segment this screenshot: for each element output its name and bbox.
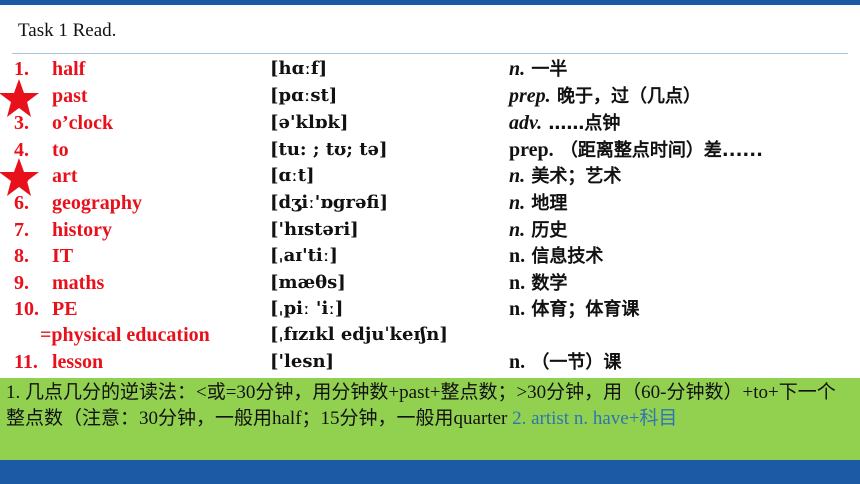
meaning-text: 地理 [531, 193, 568, 214]
vocab-word: past [52, 85, 88, 107]
vocab-phonetic: ['lesn] [270, 351, 335, 372]
star-icon [0, 158, 39, 196]
vocab-meaning: prep. 晚于，过（几点） [509, 83, 701, 110]
top-accent-bar [0, 0, 860, 5]
vocab-phonetic: [ə'klɒk] [270, 112, 349, 133]
grammar-note-text: 1. 几点几分的逆读法：<或=30分钟，用分钟数+past+整点数；>30分钟，… [6, 380, 854, 432]
vocab-word: to [52, 139, 69, 161]
meaning-text: 体育；体育课 [531, 299, 640, 320]
part-of-speech: n. [509, 245, 526, 267]
part-of-speech: n. [509, 351, 526, 373]
vocab-meaning: n. 历史 [509, 217, 567, 244]
vocab-meaning: n. 体育；体育课 [509, 296, 639, 323]
part-of-speech: n. [509, 272, 526, 294]
vocab-number: 8. [14, 245, 29, 267]
vocab-phonetic: [mæθs] [270, 272, 346, 293]
vocab-word: art [52, 165, 78, 187]
vocab-number: 11. [14, 351, 38, 373]
vocab-word: geography [52, 192, 142, 214]
part-of-speech: n. [509, 58, 526, 80]
vocab-row: 4. to [tu: ; tʊ; tə] prep. （距离整点时间）差...... [0, 137, 860, 163]
vocab-phonetic: [ˌpiː 'iː] [270, 298, 344, 319]
vocab-row: 10. PE [ˌpiː 'iː] n. 体育；体育课 [0, 296, 860, 322]
vocab-word: o’clock [52, 112, 114, 134]
vocab-meaning: n. 地理 [509, 190, 567, 217]
vocab-row: 9. maths [mæθs] n. 数学 [0, 270, 860, 296]
star-icon [0, 79, 39, 117]
vocab-word: IT [52, 245, 74, 267]
vocab-meaning: n. 数学 [509, 270, 567, 297]
title-divider [12, 53, 848, 54]
vocab-meaning: n. 一半 [509, 56, 567, 83]
vocab-word: half [52, 58, 86, 80]
vocab-meaning: n. 信息技术 [509, 243, 603, 270]
page-title: Task 1 Read. [18, 20, 117, 41]
vocab-row: 7. history ['hɪstəri] n. 历史 [0, 217, 860, 243]
meaning-text: 数学 [531, 273, 568, 294]
vocab-word: history [52, 219, 112, 241]
vocab-number: 9. [14, 272, 29, 294]
meaning-text: 一半 [531, 59, 568, 80]
vocab-word: PE [52, 298, 78, 320]
meaning-text: 信息技术 [531, 246, 604, 267]
vocab-phonetic: [tu: ; tʊ; tə] [270, 139, 388, 160]
vocab-row: 5.art[ɑːt]n. 美术；艺术 [0, 163, 860, 189]
vocab-row: 6. geography [dʒiː'ɒgrəfi] n. 地理 [0, 190, 860, 216]
meaning-text: （距离整点时间）差...... [559, 140, 763, 161]
vocab-phonetic: [pɑːst] [270, 85, 338, 106]
part-of-speech: n. [509, 298, 526, 320]
vocab-meaning: prep. （距离整点时间）差...... [509, 137, 763, 164]
vocab-word: maths [52, 272, 105, 294]
grammar-note-box: 1. 几点几分的逆读法：<或=30分钟，用分钟数+past+整点数；>30分钟，… [0, 378, 860, 460]
vocab-row: 1. half [hɑːf] n. 一半 [0, 56, 860, 82]
note-rule: 1. 几点几分的逆读法：<或=30分钟，用分钟数+past+整点数；>30分钟，… [6, 382, 836, 429]
vocab-word: =physical education [40, 324, 210, 346]
vocab-phonetic: [dʒiː'ɒgrəfi] [270, 192, 389, 213]
vocab-phonetic: ['hɪstəri] [270, 219, 359, 240]
vocab-row: =physical education [ˌfɪzɪkl edjuˈkeɪʃn] [0, 322, 860, 348]
part-of-speech: n. [509, 165, 526, 187]
vocabulary-list: 1.half[hɑːf]n. 一半2.past[pɑːst]prep. 晚于，过… [0, 56, 860, 374]
vocab-row: 2.past[pɑːst]prep. 晚于，过（几点） [0, 83, 860, 109]
vocab-row: 11. lesson ['lesn] n. （一节）课 [0, 349, 860, 375]
meaning-text: （一节）课 [531, 352, 622, 373]
meaning-text: ……点钟 [548, 113, 621, 134]
vocab-meaning: n. （一节）课 [509, 349, 621, 376]
part-of-speech: n. [509, 192, 526, 214]
vocab-row: 3. o’clock [ə'klɒk] adv. ……点钟 [0, 110, 860, 136]
vocab-phonetic: [ɑːt] [270, 165, 315, 186]
meaning-text: 历史 [531, 220, 568, 241]
part-of-speech: prep. [509, 85, 551, 107]
part-of-speech: n. [509, 219, 526, 241]
part-of-speech: adv. [509, 112, 543, 134]
vocab-phonetic: [ˌaɪ'tiː] [270, 245, 338, 266]
vocab-phonetic: [ˌfɪzɪkl edjuˈkeɪʃn] [270, 324, 448, 345]
vocab-meaning: n. 美术；艺术 [509, 163, 621, 190]
meaning-text: 晚于，过（几点） [556, 86, 701, 107]
vocab-word: lesson [52, 351, 104, 373]
vocab-number: 7. [14, 219, 29, 241]
part-of-speech: prep. [509, 139, 554, 161]
vocab-phonetic: [hɑːf] [270, 58, 328, 79]
vocab-number: 10. [14, 298, 39, 320]
meaning-text: 美术；艺术 [531, 166, 622, 187]
bottom-accent-bar [0, 460, 860, 484]
note-extra: 2. artist n. have+科目 [512, 408, 678, 429]
vocab-meaning: adv. ……点钟 [509, 110, 620, 137]
vocab-row: 8. IT [ˌaɪ'tiː] n. 信息技术 [0, 243, 860, 269]
